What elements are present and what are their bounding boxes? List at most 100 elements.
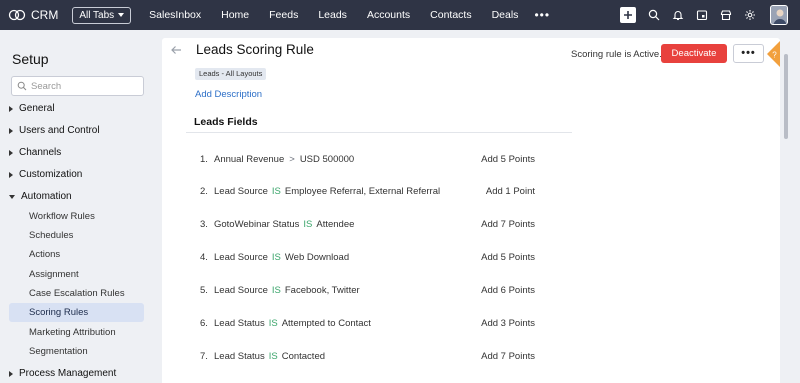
rule-number: 1. bbox=[200, 154, 208, 165]
nav-deals[interactable]: Deals bbox=[482, 9, 529, 21]
sidebar-section-label: Channels bbox=[19, 147, 62, 158]
nav-accounts[interactable]: Accounts bbox=[357, 9, 420, 21]
caret-right-icon bbox=[9, 105, 13, 112]
rule-value: Employee Referral, External Referral bbox=[284, 186, 441, 197]
help-icon[interactable]: ? bbox=[766, 41, 780, 67]
page-title: Leads Scoring Rule bbox=[196, 42, 314, 57]
more-tabs-button[interactable]: ••• bbox=[528, 8, 556, 22]
caret-right-icon bbox=[9, 370, 13, 377]
sidebar-section-general[interactable]: General bbox=[9, 103, 55, 114]
section-title: Leads Fields bbox=[194, 116, 258, 128]
help-icon-label: ? bbox=[772, 51, 777, 60]
create-new-button[interactable] bbox=[620, 7, 636, 23]
rule-operator: IS bbox=[271, 186, 281, 197]
rule-value: Attendee bbox=[316, 219, 355, 230]
sidebar-section-users-and-control[interactable]: Users and Control bbox=[9, 125, 100, 136]
plus-icon bbox=[624, 11, 632, 19]
sidebar-item-assignment[interactable]: Assignment bbox=[29, 269, 79, 280]
caret-right-icon bbox=[9, 127, 13, 134]
rule-condition: Lead Source IS Employee Referral, External… bbox=[214, 186, 440, 197]
add-description-link[interactable]: Add Description bbox=[195, 89, 262, 100]
rule-value: Attempted to Contact bbox=[281, 318, 371, 329]
rule-points: Add 6 Points bbox=[481, 285, 535, 296]
calendar-button[interactable] bbox=[690, 0, 714, 30]
rule-row: 3. GotoWebinar Status IS Attendee Add 7 Po… bbox=[200, 219, 535, 233]
chevron-down-icon bbox=[118, 13, 125, 17]
crm-logo[interactable]: CRM bbox=[8, 8, 58, 22]
nav-home[interactable]: Home bbox=[211, 9, 259, 21]
sidebar-section-automation[interactable]: Automation bbox=[9, 191, 72, 202]
rule-field: Lead Status bbox=[214, 318, 265, 329]
nav-contacts[interactable]: Contacts bbox=[420, 9, 481, 21]
rule-status-text: Scoring rule is Active. bbox=[571, 49, 662, 60]
user-avatar-icon bbox=[771, 6, 787, 24]
rule-row: 6. Lead Status IS Attempted to Contact Add… bbox=[200, 318, 535, 332]
bell-icon bbox=[672, 11, 684, 21]
rule-field: Lead Source bbox=[214, 285, 268, 296]
gear-icon bbox=[745, 10, 755, 20]
rule-row: 5. Lead Source IS Facebook, Twitter Add 6 … bbox=[200, 285, 535, 299]
all-tabs-dropdown[interactable]: All Tabs bbox=[72, 6, 132, 24]
rule-number: 4. bbox=[200, 252, 208, 263]
back-button[interactable] bbox=[170, 43, 182, 58]
arrow-left-icon bbox=[171, 46, 181, 54]
sidebar-section-customization[interactable]: Customization bbox=[9, 169, 82, 180]
nav-feeds[interactable]: Feeds bbox=[259, 9, 308, 21]
settings-button[interactable] bbox=[738, 0, 762, 30]
deactivate-button[interactable]: Deactivate bbox=[661, 44, 727, 63]
sidebar-item-schedules[interactable]: Schedules bbox=[29, 230, 73, 241]
scrollbar-thumb[interactable] bbox=[784, 54, 788, 139]
sidebar-section-label: Automation bbox=[21, 191, 72, 202]
rule-points: Add 3 Points bbox=[481, 318, 535, 329]
rule-number: 5. bbox=[200, 285, 208, 296]
store-icon bbox=[720, 10, 732, 21]
sidebar-item-actions[interactable]: Actions bbox=[29, 249, 60, 260]
rule-operator: IS bbox=[268, 351, 278, 362]
marketplace-button[interactable] bbox=[714, 0, 738, 30]
rule-field: Lead Source bbox=[214, 252, 268, 263]
notifications-button[interactable] bbox=[666, 0, 690, 30]
all-tabs-label: All Tabs bbox=[79, 9, 115, 21]
rule-condition: Lead Source IS Web Download bbox=[214, 252, 349, 263]
search-icon bbox=[648, 9, 660, 21]
rule-operator: IS bbox=[303, 219, 313, 230]
search-button[interactable] bbox=[642, 0, 666, 30]
more-options-button[interactable]: ••• bbox=[733, 44, 764, 63]
rule-points: Add 7 Points bbox=[481, 351, 535, 362]
nav-salesinbox[interactable]: SalesInbox bbox=[139, 9, 211, 21]
rule-operator: IS bbox=[268, 318, 278, 329]
sidebar-section-label: Customization bbox=[19, 169, 83, 180]
sidebar-section-channels[interactable]: Channels bbox=[9, 147, 61, 158]
sidebar-item-segmentation[interactable]: Segmentation bbox=[29, 346, 88, 357]
rule-value: Web Download bbox=[284, 252, 350, 263]
rule-points: Add 5 Points bbox=[481, 252, 535, 263]
rule-condition: Lead Status IS Contacted bbox=[214, 351, 325, 362]
rule-value: USD 500000 bbox=[299, 154, 355, 165]
topbar-icons bbox=[620, 0, 800, 30]
top-navigation-bar: CRM All Tabs SalesInbox Home Feeds Leads… bbox=[0, 0, 800, 30]
brand-name: CRM bbox=[31, 8, 59, 22]
rule-number: 3. bbox=[200, 219, 208, 230]
rule-value: Facebook, Twitter bbox=[284, 285, 360, 296]
sidebar-item-case-escalation-rules[interactable]: Case Escalation Rules bbox=[29, 288, 125, 299]
sidebar-section-label: Process Management bbox=[19, 368, 117, 379]
layout-badge: Leads - All Layouts bbox=[195, 68, 267, 80]
rule-number: 2. bbox=[200, 186, 208, 197]
sidebar-item-scoring-rules[interactable]: Scoring Rules bbox=[9, 303, 144, 322]
rule-number: 7. bbox=[200, 351, 208, 362]
sidebar-search[interactable] bbox=[11, 76, 144, 96]
sidebar-section-process-management[interactable]: Process Management bbox=[9, 368, 116, 379]
rule-condition: Annual Revenue > USD 500000 bbox=[214, 154, 354, 165]
nav-leads[interactable]: Leads bbox=[308, 9, 357, 21]
sidebar-item-marketing-attribution[interactable]: Marketing Attribution bbox=[29, 327, 116, 338]
rule-operator: > bbox=[289, 154, 295, 165]
search-input[interactable] bbox=[31, 80, 131, 92]
rule-number: 6. bbox=[200, 318, 208, 329]
avatar[interactable] bbox=[770, 5, 788, 25]
sidebar-section-label: Users and Control bbox=[19, 125, 100, 136]
caret-down-icon bbox=[9, 194, 15, 199]
sidebar-item-workflow-rules[interactable]: Workflow Rules bbox=[29, 211, 95, 222]
scoring-rule-panel: Leads Scoring Rule Leads - All Layouts A… bbox=[162, 38, 780, 383]
rule-field: GotoWebinar Status bbox=[214, 219, 300, 230]
caret-right-icon bbox=[9, 171, 13, 178]
